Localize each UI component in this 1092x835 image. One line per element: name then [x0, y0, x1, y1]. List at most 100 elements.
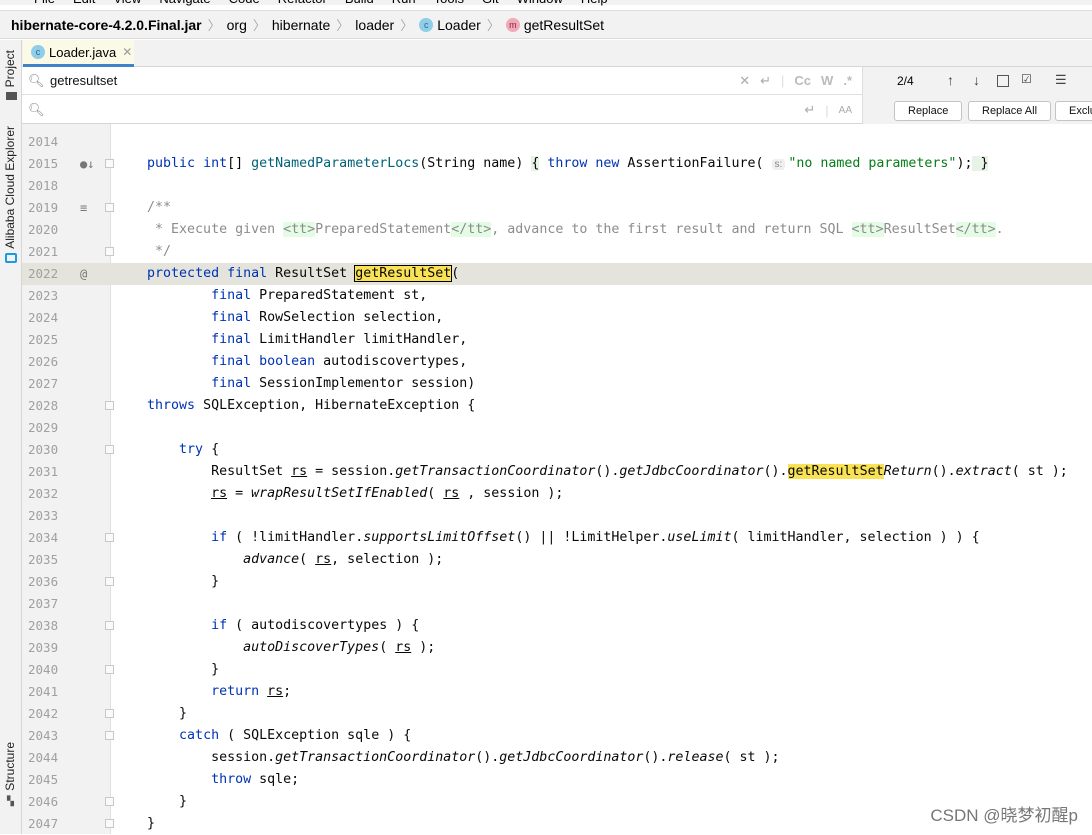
- fold-toggle-icon[interactable]: [105, 797, 114, 806]
- code-token: rs: [395, 640, 412, 655]
- menu-item[interactable]: Git: [482, 0, 499, 6]
- breadcrumb-method[interactable]: m getResultSet: [505, 17, 604, 33]
- code-token: useLimit: [667, 530, 732, 545]
- code-line[interactable]: 2028 throws SQLException, HibernateExcep…: [22, 395, 1092, 417]
- code-line[interactable]: 2024 final RowSelection selection,: [22, 307, 1092, 329]
- replace-all-button[interactable]: Replace All: [968, 101, 1052, 121]
- code-line[interactable]: 2019 ≡ /**: [22, 197, 1092, 219]
- gutter-marker-icon[interactable]: @: [80, 263, 87, 285]
- menu-item[interactable]: View: [113, 0, 141, 6]
- preserve-case-toggle[interactable]: AA: [839, 105, 852, 116]
- structure-tool-button[interactable]: Structure: [3, 742, 17, 791]
- code-line[interactable]: 2041 return rs;: [22, 681, 1092, 703]
- replace-history-icon[interactable]: 🔍︎: [28, 102, 50, 118]
- code-line[interactable]: 2020 * Execute given <tt>PreparedStateme…: [22, 219, 1092, 241]
- in-selection-icon[interactable]: ☑: [1021, 72, 1032, 86]
- fold-toggle-icon[interactable]: [105, 159, 114, 168]
- fold-toggle-icon[interactable]: [105, 709, 114, 718]
- code-token: * Execute given: [115, 222, 284, 237]
- code-line[interactable]: 2025 final LimitHandler limitHandler,: [22, 329, 1092, 351]
- fold-toggle-icon[interactable]: [105, 577, 114, 586]
- code-text: }: [115, 703, 187, 725]
- fold-toggle-icon[interactable]: [105, 247, 114, 256]
- code-token: Return: [883, 464, 932, 479]
- menu-item[interactable]: Window: [517, 0, 563, 6]
- new-line-icon[interactable]: ↵: [804, 102, 815, 118]
- menu-item[interactable]: Code: [229, 0, 260, 6]
- menu-item[interactable]: File: [34, 0, 55, 6]
- regex-toggle[interactable]: .*: [843, 73, 852, 88]
- code-line[interactable]: 2042 }: [22, 703, 1092, 725]
- menu-item[interactable]: Refactor: [278, 0, 327, 6]
- menu-item[interactable]: Edit: [73, 0, 95, 6]
- code-line[interactable]: 2014: [22, 131, 1092, 153]
- menu-item[interactable]: Build: [345, 0, 374, 6]
- method-icon: m: [505, 17, 520, 32]
- breadcrumb-loader[interactable]: loader: [355, 17, 394, 33]
- fold-toggle-icon[interactable]: [105, 621, 114, 630]
- new-line-icon[interactable]: ↵: [760, 73, 771, 89]
- fold-toggle-icon[interactable]: [105, 203, 114, 212]
- alibaba-cloud-explorer-button[interactable]: Alibaba Cloud Explorer: [3, 126, 17, 249]
- code-line[interactable]: 2032 rs = wrapResultSetIfEnabled( rs , s…: [22, 483, 1092, 505]
- code-token: }: [115, 794, 188, 809]
- fold-toggle-icon[interactable]: [105, 533, 114, 542]
- code-line[interactable]: 2045 throw sqle;: [22, 769, 1092, 791]
- breadcrumb-jar[interactable]: hibernate-core-4.2.0.Final.jar: [11, 17, 202, 33]
- code-line[interactable]: 2034 if ( !limitHandler.supportsLimitOff…: [22, 527, 1092, 549]
- clear-search-icon[interactable]: ✕: [739, 73, 750, 89]
- filter-icon[interactable]: ☰: [1055, 72, 1067, 88]
- gutter-marker-icon[interactable]: ≡: [80, 197, 87, 219]
- code-line[interactable]: 2029: [22, 417, 1092, 439]
- code-line[interactable]: 2044 session.getTransactionCoordinator()…: [22, 747, 1092, 769]
- menu-item[interactable]: Navigate: [159, 0, 210, 6]
- code-line[interactable]: 2039 autoDiscoverTypes( rs );: [22, 637, 1092, 659]
- code-line[interactable]: 2036 }: [22, 571, 1092, 593]
- code-line[interactable]: 2023 final PreparedStatement st,: [22, 285, 1092, 307]
- previous-occurrence-icon[interactable]: ↑: [947, 72, 954, 88]
- fold-toggle-icon[interactable]: [105, 445, 114, 454]
- code-line[interactable]: 2027 final SessionImplementor session): [22, 373, 1092, 395]
- code-token: getJdbcCoordinator: [499, 750, 644, 765]
- breadcrumb-org[interactable]: org: [227, 17, 247, 33]
- code-line[interactable]: 2031 ResultSet rs = session.getTransacti…: [22, 461, 1092, 483]
- code-token: AssertionFailure(: [627, 156, 772, 171]
- code-line[interactable]: 2018: [22, 175, 1092, 197]
- code-line[interactable]: 2033: [22, 505, 1092, 527]
- fold-toggle-icon[interactable]: [105, 731, 114, 740]
- project-tool-button[interactable]: Project: [3, 50, 17, 87]
- line-number: 2036: [28, 574, 59, 589]
- code-line[interactable]: 2030 try {: [22, 439, 1092, 461]
- match-case-toggle[interactable]: Cc: [794, 73, 811, 88]
- next-occurrence-icon[interactable]: ↓: [973, 72, 980, 88]
- code-line[interactable]: 2037: [22, 593, 1092, 615]
- breadcrumb-hibernate[interactable]: hibernate: [272, 17, 330, 33]
- code-line[interactable]: 2043 catch ( SQLException sqle ) {: [22, 725, 1092, 747]
- search-history-icon[interactable]: 🔍︎: [28, 73, 50, 89]
- fold-toggle-icon[interactable]: [105, 401, 114, 410]
- menu-item[interactable]: Help: [581, 0, 608, 6]
- words-toggle[interactable]: W: [821, 73, 833, 88]
- code-line[interactable]: 2021 */: [22, 241, 1092, 263]
- menu-item[interactable]: Run: [392, 0, 416, 6]
- gutter-marker-icon[interactable]: ●↓: [80, 153, 94, 175]
- fold-toggle-icon[interactable]: [105, 819, 114, 828]
- search-input[interactable]: getresultset: [50, 73, 117, 88]
- code-line[interactable]: 2040 }: [22, 659, 1092, 681]
- code-line[interactable]: 2035 advance( rs, selection );: [22, 549, 1092, 571]
- breadcrumb-class[interactable]: c Loader: [419, 17, 481, 33]
- replace-button[interactable]: Replace: [894, 101, 963, 121]
- fold-toggle-icon[interactable]: [105, 665, 114, 674]
- code-token: getTransactionCoordinator: [395, 464, 596, 479]
- code-line[interactable]: 2022 @ protected final ResultSet getResul…: [22, 263, 1092, 285]
- select-all-occurrences-icon[interactable]: [997, 75, 1009, 87]
- close-tab-icon[interactable]: ✕: [122, 45, 132, 59]
- code-editor[interactable]: 2014 2015 ●↓ public int[] getNamedParamete…: [22, 131, 1092, 835]
- menu-item[interactable]: Tools: [434, 0, 464, 6]
- exclude-button[interactable]: Exclude: [1055, 101, 1092, 121]
- code-line[interactable]: 2038 if ( autodiscovertypes ) {: [22, 615, 1092, 637]
- code-line[interactable]: 2015 ●↓ public int[] getNamedParameterLoc…: [22, 153, 1092, 175]
- tab-loader-java[interactable]: c Loader.java ✕: [23, 40, 134, 67]
- code-text: session.getTransactionCoordinator().getJ…: [115, 747, 779, 769]
- code-line[interactable]: 2026 final boolean autodiscovertypes,: [22, 351, 1092, 373]
